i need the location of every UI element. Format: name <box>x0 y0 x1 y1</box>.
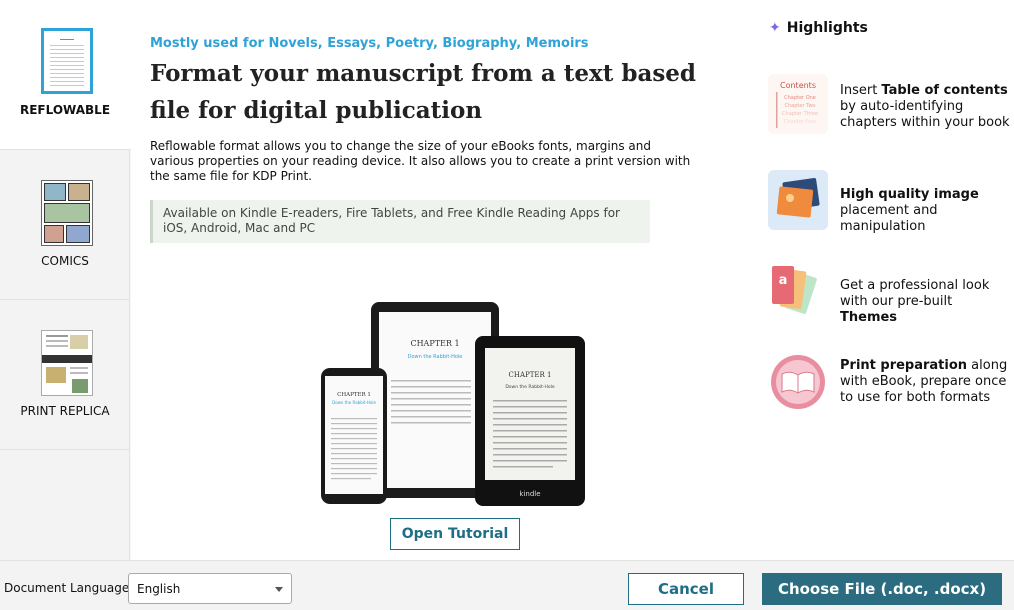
document-language-label: Document Language <box>4 581 130 595</box>
format-description: Reflowable format allows you to change t… <box>150 139 691 183</box>
cancel-button[interactable]: Cancel <box>628 573 744 605</box>
highlights-heading: ✦ Highlights <box>769 20 868 36</box>
svg-text:a: a <box>779 273 788 288</box>
phone-chapter-subtitle: Down the Rabbit-Hole <box>332 400 376 405</box>
format-subtitle: Mostly used for Novels, Essays, Poetry, … <box>150 36 589 51</box>
tablet-chapter-subtitle: Down the Rabbit-Hole <box>408 354 463 360</box>
availability-note: Available on Kindle E-readers, Fire Tabl… <box>150 200 650 243</box>
footer-bar: Document Language English Cancel Choose … <box>0 560 1014 610</box>
highlights-title: Highlights <box>786 20 868 36</box>
kindle-chapter: CHAPTER 1 <box>509 371 552 379</box>
kindle-chapter-subtitle: Down the Rabbit-Hole <box>505 384 555 390</box>
language-value: English <box>137 582 181 596</box>
themes-icon: a <box>768 262 828 322</box>
kindle-brand: kindle <box>519 490 540 498</box>
reflowable-thumbnail <box>41 28 93 94</box>
document-language-select[interactable]: English <box>128 573 292 604</box>
sidebar-item-label: PRINT REPLICA <box>20 404 110 418</box>
highlights-panel: ✦ Highlights Contents Chapter One Chapter… <box>755 0 1014 560</box>
choose-file-button[interactable]: Choose File (.doc, .docx) <box>762 573 1002 605</box>
highlight-text: High quality image placement and manipul… <box>840 187 979 234</box>
sidebar-item-print-replica[interactable]: PRINT REPLICA <box>0 300 130 450</box>
comics-thumbnail <box>41 180 93 246</box>
contents-icon-line: Chapter Two <box>785 103 816 109</box>
sidebar-item-comics[interactable]: COMICS <box>0 150 130 300</box>
highlight-text: Get a professional look with our pre-bui… <box>840 278 990 325</box>
main-panel: Mostly used for Novels, Essays, Poetry, … <box>131 0 755 560</box>
open-tutorial-button[interactable]: Open Tutorial <box>390 518 520 550</box>
print-replica-thumbnail <box>41 330 93 396</box>
devices-illustration: CHAPTER 1 Down the Rabbit-Hole CHAPTER 1… <box>321 302 585 506</box>
highlight-text: Print preparation along with eBook, prep… <box>840 358 1008 405</box>
sidebar-item-label: COMICS <box>41 254 89 268</box>
phone-chapter: CHAPTER 1 <box>337 392 371 398</box>
format-sidebar: REFLOWABLE COMICS PRINT REPLICA <box>0 0 131 560</box>
table-of-contents-icon: Contents Chapter One Chapter Two Chapter… <box>768 74 828 134</box>
book-icon <box>768 352 828 412</box>
chevron-down-icon <box>275 587 283 592</box>
page-title: Format your manuscript from a text based… <box>150 60 697 124</box>
contents-icon-line: Chapter Three <box>782 111 818 117</box>
sparkle-icon: ✦ <box>769 20 781 36</box>
contents-icon-heading: Contents <box>780 81 816 90</box>
contents-icon-line: Chapter Four <box>784 119 818 125</box>
sidebar-item-label: REFLOWABLE <box>19 103 111 117</box>
contents-icon-line: Chapter One <box>784 95 816 101</box>
tablet-chapter: CHAPTER 1 <box>410 339 459 348</box>
highlight-text: Insert Table of contents by auto-identif… <box>840 83 1010 130</box>
image-icon <box>768 170 828 230</box>
sidebar-item-reflowable[interactable]: REFLOWABLE <box>0 0 131 150</box>
